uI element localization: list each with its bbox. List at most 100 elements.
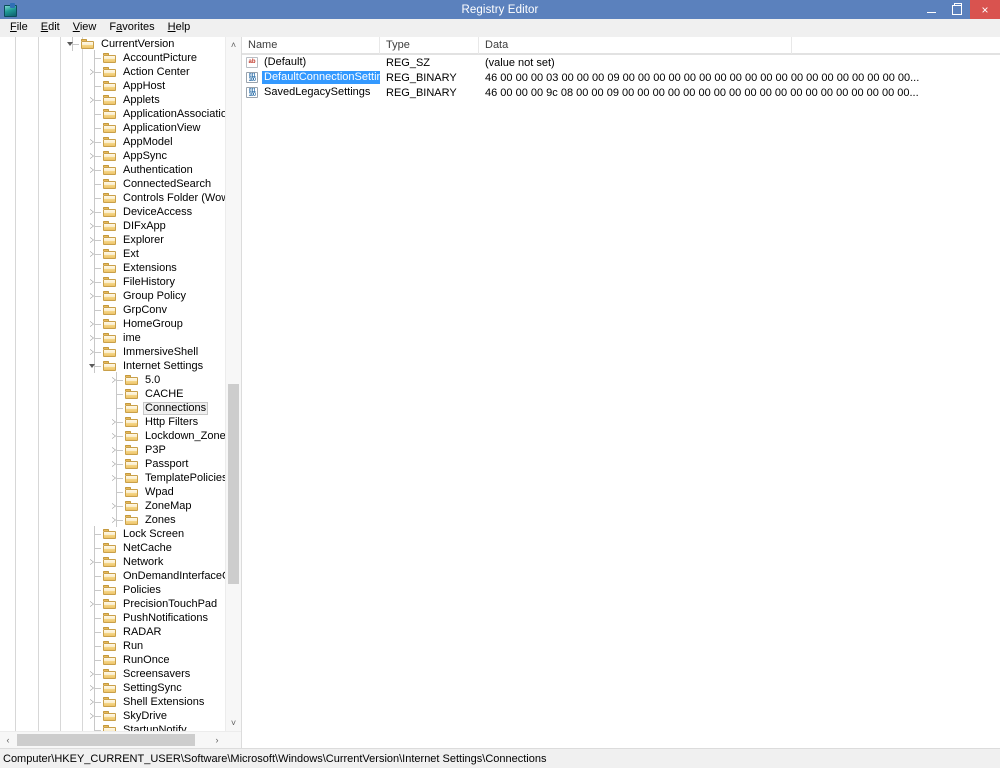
tree-item-group-policy[interactable]: Group Policy <box>0 288 224 303</box>
tree-item-zones[interactable]: Zones <box>0 512 224 527</box>
tree-item-difxapp[interactable]: DIFxApp <box>0 218 224 233</box>
chevron-right-icon[interactable] <box>89 698 94 705</box>
tree-twisty[interactable] <box>108 456 125 471</box>
chevron-right-icon[interactable] <box>89 236 94 243</box>
tree-horizontal-scrollbar[interactable]: ‹ › <box>0 731 241 748</box>
tree-item-wpad[interactable]: Wpad <box>0 484 224 499</box>
tree-twisty[interactable] <box>108 442 125 457</box>
tree-twisty[interactable] <box>86 344 103 359</box>
chevron-right-icon[interactable] <box>89 208 94 215</box>
tree-item-precisiontouchpad[interactable]: PrecisionTouchPad <box>0 596 224 611</box>
tree-item-lockdown-zones[interactable]: Lockdown_Zones <box>0 428 231 443</box>
chevron-right-icon[interactable] <box>111 502 116 509</box>
tree-twisty[interactable] <box>86 274 103 289</box>
tree-item-ext[interactable]: Ext <box>0 246 224 261</box>
column-header-data[interactable]: Data <box>479 37 792 54</box>
scroll-left-icon[interactable]: ‹ <box>0 732 16 748</box>
tree-twisty[interactable] <box>86 694 103 709</box>
tree-item-currentversion[interactable]: CurrentVersion <box>0 37 224 51</box>
tree-item-shell-extensions[interactable]: Shell Extensions <box>0 694 224 709</box>
tree-twisty[interactable] <box>86 162 103 177</box>
chevron-right-icon[interactable] <box>89 348 94 355</box>
column-header-type[interactable]: Type <box>380 37 479 54</box>
tree-twisty[interactable] <box>86 288 103 303</box>
tree-item-ondemandinterfacecach[interactable]: OnDemandInterfaceCach <box>0 568 241 583</box>
value-row[interactable]: 011 100 SavedLegacySettings REG_BINARY 46 00… <box>242 85 1000 100</box>
tree-item-lock-screen[interactable]: Lock Screen <box>0 526 224 541</box>
tree-twisty[interactable] <box>108 372 125 387</box>
tree-item-explorer[interactable]: Explorer <box>0 232 224 247</box>
registry-tree[interactable]: CurrentVersion AccountPicture Action Cente… <box>0 37 241 731</box>
tree-item-settingsync[interactable]: SettingSync <box>0 680 224 695</box>
tree-item-ime[interactable]: ime <box>0 330 224 345</box>
chevron-right-icon[interactable] <box>89 152 94 159</box>
chevron-right-icon[interactable] <box>89 250 94 257</box>
values-list[interactable]: ab (Default) REG_SZ (value not set) 011 100 De… <box>242 55 1000 100</box>
chevron-right-icon[interactable] <box>89 278 94 285</box>
tree-item-filehistory[interactable]: FileHistory <box>0 274 224 289</box>
scroll-down-icon[interactable]: ˅ <box>226 715 241 731</box>
tree-item-screensavers[interactable]: Screensavers <box>0 666 224 681</box>
tree-item-extensions[interactable]: Extensions <box>0 260 224 275</box>
tree-item-netcache[interactable]: NetCache <box>0 540 224 555</box>
tree-item-templatepolicies[interactable]: TemplatePolicies <box>0 470 228 485</box>
tree-item-appmodel[interactable]: AppModel <box>0 134 224 149</box>
tree-item-http-filters[interactable]: Http Filters <box>0 414 224 429</box>
tree-item-network[interactable]: Network <box>0 554 224 569</box>
column-header-name[interactable]: Name <box>242 37 380 54</box>
tree-item-pushnotifications[interactable]: PushNotifications <box>0 610 224 625</box>
tree-item-internet-settings[interactable]: Internet Settings <box>0 358 224 373</box>
tree-twisty[interactable] <box>86 64 103 79</box>
chevron-right-icon[interactable] <box>89 292 94 299</box>
tree-twisty[interactable] <box>86 666 103 681</box>
tree-item-policies[interactable]: Policies <box>0 582 224 597</box>
tree-item-runonce[interactable]: RunOnce <box>0 652 224 667</box>
tree-item-immersiveshell[interactable]: ImmersiveShell <box>0 344 224 359</box>
scroll-up-icon[interactable]: ˄ <box>226 37 241 53</box>
tree-item-connectedsearch[interactable]: ConnectedSearch <box>0 176 224 191</box>
tree-twisty[interactable] <box>86 554 103 569</box>
tree-twisty[interactable] <box>108 470 125 485</box>
tree-item-deviceaccess[interactable]: DeviceAccess <box>0 204 224 219</box>
chevron-right-icon[interactable] <box>111 460 116 467</box>
tree-twisty[interactable] <box>86 316 103 331</box>
tree-twisty[interactable] <box>86 218 103 233</box>
tree-vertical-scrollbar[interactable]: ˄ ˅ <box>225 37 241 731</box>
tree-item-grpconv[interactable]: GrpConv <box>0 302 224 317</box>
chevron-right-icon[interactable] <box>111 516 116 523</box>
tree-twisty[interactable] <box>108 498 125 513</box>
tree-item-passport[interactable]: Passport <box>0 456 224 471</box>
chevron-down-icon[interactable] <box>89 364 95 368</box>
tree-hscroll-thumb[interactable] <box>17 734 195 746</box>
tree-item-appsync[interactable]: AppSync <box>0 148 224 163</box>
tree-item-cache[interactable]: CACHE <box>0 386 224 401</box>
tree-item-homegroup[interactable]: HomeGroup <box>0 316 224 331</box>
tree-item-radar[interactable]: RADAR <box>0 624 224 639</box>
chevron-right-icon[interactable] <box>89 166 94 173</box>
tree-item-p3p[interactable]: P3P <box>0 442 224 457</box>
tree-item-startupnotify[interactable]: StartupNotify <box>0 722 224 731</box>
tree-item-connections[interactable]: Connections <box>0 400 224 415</box>
minimize-button[interactable] <box>918 0 944 19</box>
maximize-button[interactable] <box>944 0 970 19</box>
chevron-right-icon[interactable] <box>111 418 116 425</box>
tree-item-applicationassociationt[interactable]: ApplicationAssociationT <box>0 106 240 121</box>
menu-help[interactable]: Help <box>162 20 198 35</box>
chevron-right-icon[interactable] <box>89 600 94 607</box>
chevron-right-icon[interactable] <box>111 474 116 481</box>
tree-twisty[interactable] <box>86 680 103 695</box>
tree-item-accountpicture[interactable]: AccountPicture <box>0 50 224 65</box>
tree-twisty[interactable] <box>86 232 103 247</box>
tree-twisty[interactable] <box>86 708 103 723</box>
chevron-right-icon[interactable] <box>89 558 94 565</box>
tree-item-authentication[interactable]: Authentication <box>0 162 224 177</box>
chevron-right-icon[interactable] <box>89 96 94 103</box>
chevron-right-icon[interactable] <box>89 222 94 229</box>
chevron-right-icon[interactable] <box>89 138 94 145</box>
menu-file[interactable]: File <box>4 20 35 35</box>
tree-item-apphost[interactable]: AppHost <box>0 78 224 93</box>
chevron-right-icon[interactable] <box>89 320 94 327</box>
tree-twisty[interactable] <box>108 512 125 527</box>
value-row[interactable]: 011100 DefaultConnectionSettings REG_BINAR… <box>242 70 1000 85</box>
chevron-right-icon[interactable] <box>89 712 94 719</box>
